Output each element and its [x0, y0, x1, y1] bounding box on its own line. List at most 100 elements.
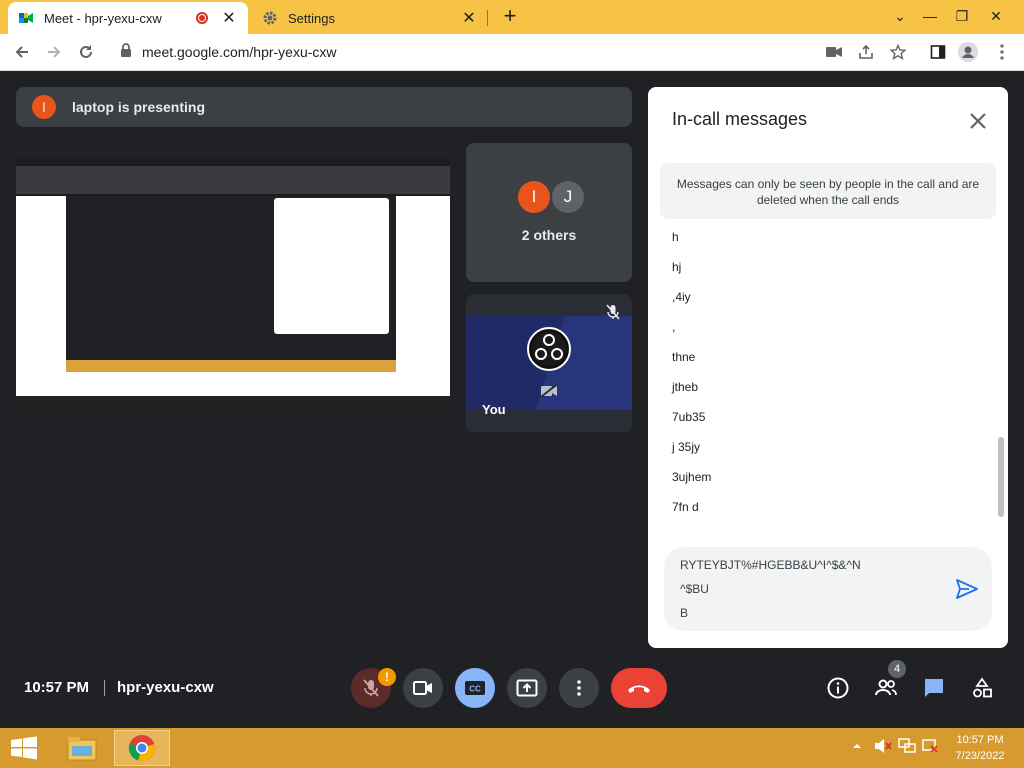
meeting-time: 10:57 PM — [24, 679, 90, 696]
windows-start-icon[interactable] — [10, 736, 38, 765]
activities-icon[interactable] — [970, 676, 994, 700]
people-icon[interactable] — [874, 676, 898, 700]
list-item: thne — [672, 350, 696, 364]
mic-warning-badge: ! — [378, 668, 396, 686]
input-line: ^$BU — [680, 582, 709, 596]
tab-title: Meet - hpr-yexu-cxw — [44, 10, 162, 26]
shared-taskbar — [66, 360, 396, 372]
forward-icon[interactable] — [42, 40, 66, 64]
send-icon[interactable] — [956, 579, 978, 604]
list-item: ,4iy — [672, 290, 691, 304]
list-item: j 35jy — [672, 440, 701, 454]
gear-icon — [262, 10, 278, 26]
system-clock[interactable]: 10:57 PM 7/23/2022 — [940, 732, 1020, 764]
mic-muted-icon — [606, 304, 620, 325]
reload-icon[interactable] — [74, 40, 98, 64]
obs-logo-icon — [527, 327, 571, 371]
message-input[interactable]: RYTEYBJT%#HGEBB&U^I^$&^N ^$BU B — [664, 547, 992, 631]
message-scrollbar[interactable] — [998, 437, 1004, 517]
shared-browser-chrome — [16, 166, 450, 194]
input-line: RYTEYBJT%#HGEBB&U^I^$&^N — [680, 558, 861, 572]
system-time: 10:57 PM — [956, 734, 1004, 746]
people-count-badge: 4 — [888, 660, 906, 678]
input-line: B — [680, 606, 689, 620]
volume-muted-icon[interactable] — [874, 738, 892, 759]
windows-taskbar: 10:57 PM 7/23/2022 — [0, 728, 1024, 768]
tab-settings[interactable]: Settings ✕ — [252, 2, 488, 34]
list-item: hj — [672, 260, 682, 274]
leave-call-button[interactable] — [611, 668, 667, 708]
list-item: 3ujhem — [672, 470, 712, 484]
presenting-text: laptop is presenting — [72, 99, 206, 115]
tab-search-icon[interactable]: ⌄ — [884, 2, 916, 30]
lock-icon — [120, 42, 132, 62]
notification-icon[interactable] — [922, 738, 938, 759]
restore-icon[interactable]: ❐ — [946, 2, 978, 30]
present-screen-button[interactable] — [507, 668, 547, 708]
close-tab-icon[interactable]: ✕ — [460, 8, 478, 28]
chat-privacy-notice: Messages can only be seen by people in t… — [660, 163, 996, 219]
meeting-info-icon[interactable] — [826, 676, 850, 700]
share-icon[interactable] — [856, 42, 876, 62]
captions-button[interactable]: CC — [455, 668, 495, 708]
side-panel-icon[interactable] — [928, 42, 948, 62]
more-vert-icon[interactable] — [992, 42, 1012, 62]
camera-off-icon — [540, 384, 558, 403]
new-tab-button[interactable]: + — [498, 4, 522, 30]
system-date: 7/23/2022 — [955, 750, 1005, 762]
self-label: You — [482, 402, 506, 417]
others-label: 2 others — [521, 227, 577, 243]
list-item: , — [672, 320, 676, 334]
list-item: h — [672, 230, 679, 244]
in-call-messages-panel: In-call messages Messages can only be se… — [648, 87, 1008, 648]
others-tile[interactable]: I J 2 others — [466, 143, 632, 282]
shared-chat-panel — [274, 198, 389, 334]
message-list: h hj ,4iy , thne jtheb 7ub35 j 35jy 3ujh… — [672, 229, 972, 529]
close-panel-icon[interactable] — [966, 109, 990, 133]
tab-separator — [487, 10, 488, 26]
camera-toggle-button[interactable] — [403, 668, 443, 708]
tray-overflow-icon[interactable] — [852, 738, 862, 756]
camera-permission-icon[interactable] — [824, 42, 844, 62]
browser-tab-strip: Meet - hpr-yexu-cxw ✕ Settings ✕ + ⌄ — ❐… — [0, 0, 1024, 34]
minimize-icon[interactable]: — — [914, 2, 946, 30]
close-window-icon[interactable]: ✕ — [980, 2, 1012, 30]
chrome-taskbar-icon[interactable] — [114, 730, 170, 766]
url-text: meet.google.com/hpr-yexu-cxw — [142, 44, 337, 60]
more-options-button[interactable] — [559, 668, 599, 708]
others-avatars: I J — [518, 181, 584, 213]
presenting-banner: l laptop is presenting — [16, 87, 632, 127]
presenter-avatar: l — [32, 95, 56, 119]
shared-desktop-taskbar — [16, 396, 450, 410]
browser-toolbar: meet.google.com/hpr-yexu-cxw — [0, 34, 1024, 71]
list-item: 7fn d — [672, 500, 699, 514]
recording-icon — [196, 12, 208, 24]
avatar: J — [552, 181, 584, 213]
file-explorer-icon[interactable] — [54, 730, 110, 766]
self-tile[interactable]: You — [466, 294, 632, 432]
info-divider — [104, 680, 105, 696]
more-vert-icon — [577, 680, 581, 696]
present-icon — [516, 679, 538, 697]
panel-title: In-call messages — [672, 109, 808, 129]
meeting-code: hpr-yexu-cxw — [117, 679, 214, 696]
google-meet-icon — [18, 10, 34, 26]
shared-screen-view[interactable] — [16, 158, 450, 410]
chat-icon[interactable] — [922, 676, 946, 700]
tab-title: Settings — [288, 10, 335, 26]
avatar: I — [518, 181, 550, 213]
close-tab-icon[interactable]: ✕ — [220, 8, 238, 28]
address-bar[interactable]: meet.google.com/hpr-yexu-cxw — [110, 38, 930, 66]
closed-captions-icon: CC — [465, 681, 485, 695]
tab-meet[interactable]: Meet - hpr-yexu-cxw ✕ — [8, 2, 248, 34]
camera-icon — [413, 681, 432, 695]
bookmark-star-icon[interactable] — [888, 42, 908, 62]
profile-avatar-icon[interactable] — [958, 42, 978, 62]
network-icon[interactable] — [898, 738, 916, 759]
svg-text:CC: CC — [469, 685, 481, 694]
list-item: jtheb — [672, 380, 699, 394]
hang-up-icon — [628, 685, 650, 693]
back-icon[interactable] — [10, 40, 34, 64]
mic-off-icon — [363, 679, 379, 697]
list-item: 7ub35 — [672, 410, 706, 424]
